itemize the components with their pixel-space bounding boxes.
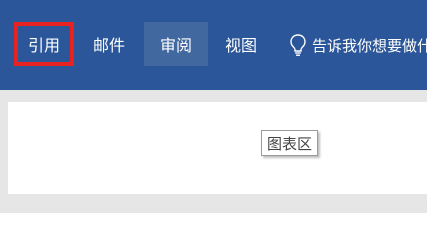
tab-view[interactable]: 视图 [214,22,268,66]
tab-mailings[interactable]: 邮件 [83,22,135,66]
tell-me-text: 告诉我你想要做什么 [312,36,427,55]
document-workspace [0,102,427,213]
chart-area-tooltip: 图表区 [261,130,319,156]
tab-view-label: 视图 [224,36,257,55]
lightbulb-icon [287,33,309,57]
ribbon-panel-strip [0,90,427,102]
tab-mailings-label: 邮件 [92,36,125,55]
tab-references[interactable]: 引用 [14,22,74,66]
tell-me-search[interactable]: 告诉我你想要做什么 [287,33,427,57]
tab-review[interactable]: 审阅 [144,22,208,66]
tooltip-text: 图表区 [267,134,313,153]
document-page[interactable] [8,102,427,194]
ribbon-tab-bar: 引用 邮件 审阅 视图 告诉我你想要做什么 [0,0,427,90]
tab-references-label: 引用 [27,36,60,55]
tab-review-label: 审阅 [159,36,192,55]
